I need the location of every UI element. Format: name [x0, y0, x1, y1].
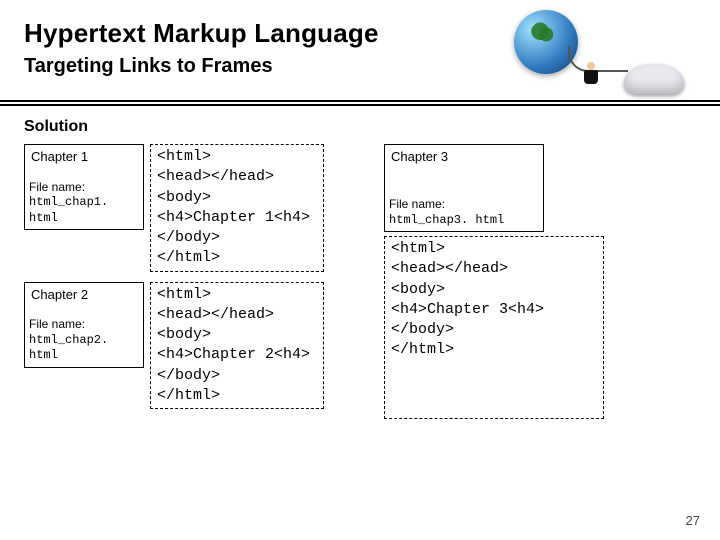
- slide: Hypertext Markup Language Targeting Link…: [0, 0, 720, 540]
- file-label: File name:: [29, 180, 143, 194]
- chapter-1-card: Chapter 1 File name: html_chap1. html: [24, 144, 144, 230]
- file-label: File name:: [29, 317, 143, 331]
- content-area: Solution Chapter 1 File name: html_chap1…: [24, 118, 696, 522]
- file-info: File name: html_chap2. html: [29, 317, 143, 362]
- globe-icon: [514, 10, 578, 74]
- card-title: Chapter 3: [391, 149, 448, 164]
- file-label: File name:: [389, 197, 504, 211]
- card-title: Chapter 2: [31, 287, 88, 302]
- left-column: Chapter 1 File name: html_chap1. html <h…: [24, 144, 324, 419]
- header-decoration: [458, 6, 698, 96]
- divider: [0, 100, 720, 106]
- mouse-icon: [624, 64, 684, 94]
- chapter-2-card: Chapter 2 File name: html_chap2. html: [24, 282, 144, 368]
- card-title: Chapter 1: [31, 149, 88, 164]
- chapter-3-card: Chapter 3 File name: html_chap3. html: [384, 144, 544, 232]
- chapter-2-row: Chapter 2 File name: html_chap2. html <h…: [24, 282, 324, 410]
- file-name: html_chap3. html: [389, 213, 504, 227]
- file-info: File name: html_chap3. html: [389, 197, 504, 227]
- file-info: File name: html_chap1. html: [29, 180, 143, 225]
- solution-heading: Solution: [24, 118, 696, 136]
- columns: Chapter 1 File name: html_chap1. html <h…: [24, 144, 696, 419]
- file-name: html_chap2. html: [29, 333, 108, 362]
- chapter-3-code: <html> <head></head> <body> <h4>Chapter …: [384, 236, 604, 419]
- right-column: Chapter 3 File name: html_chap3. html <h…: [384, 144, 684, 419]
- chapter-1-code: <html> <head></head> <body> <h4>Chapter …: [150, 144, 324, 272]
- chapter-2-code: <html> <head></head> <body> <h4>Chapter …: [150, 282, 324, 410]
- page-number: 27: [686, 513, 700, 528]
- chapter-1-row: Chapter 1 File name: html_chap1. html <h…: [24, 144, 324, 272]
- person-icon: [582, 62, 600, 84]
- file-name: html_chap1. html: [29, 195, 108, 224]
